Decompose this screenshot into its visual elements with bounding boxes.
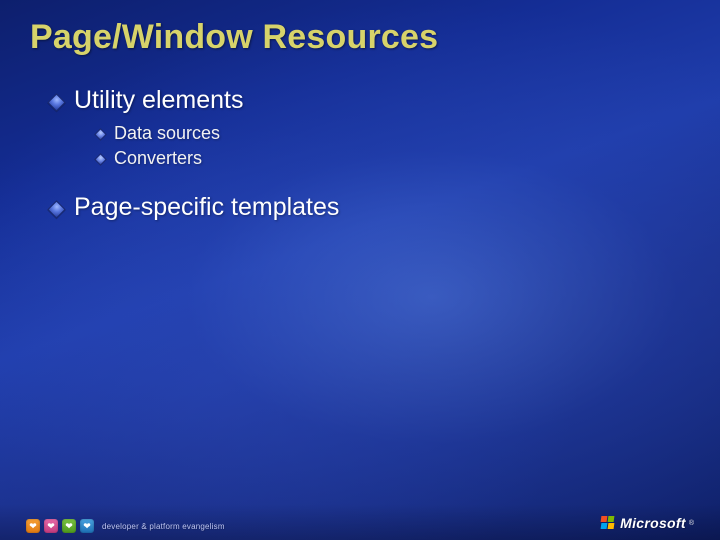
list-item: Utility elements Data sources Converters [48, 86, 680, 169]
heart-icon: ❤ [26, 519, 40, 533]
list-item-label: Data sources [114, 123, 220, 143]
microsoft-flag-icon [601, 516, 616, 531]
list-item-label: Page-specific templates [74, 193, 339, 221]
slide-title: Page/Window Resources [30, 18, 438, 57]
list-item: Converters [94, 148, 680, 169]
list-item: Page-specific templates [48, 193, 680, 222]
heart-icon: ❤ [80, 519, 94, 533]
microsoft-wordmark: Microsoft [620, 515, 686, 531]
registered-mark: ® [689, 520, 694, 527]
bullet-list-level2: Data sources Converters [94, 123, 680, 169]
heart-icon: ❤ [62, 519, 76, 533]
slide-body: Utility elements Data sources Converters… [48, 86, 680, 232]
bullet-list-level1: Utility elements Data sources Converters… [48, 86, 680, 222]
slide: Page/Window Resources Utility elements D… [0, 0, 720, 540]
slide-footer: ❤ ❤ ❤ ❤ developer & platform evangelism … [0, 504, 720, 540]
footer-left-logo: ❤ ❤ ❤ ❤ developer & platform evangelism [26, 519, 225, 533]
footer-evangelism-text: developer & platform evangelism [102, 522, 225, 531]
footer-right-logo: Microsoft ® [601, 515, 694, 531]
list-item-label: Utility elements [74, 86, 244, 114]
list-item: Data sources [94, 123, 680, 144]
heart-icon: ❤ [44, 519, 58, 533]
list-item-label: Converters [114, 148, 202, 168]
